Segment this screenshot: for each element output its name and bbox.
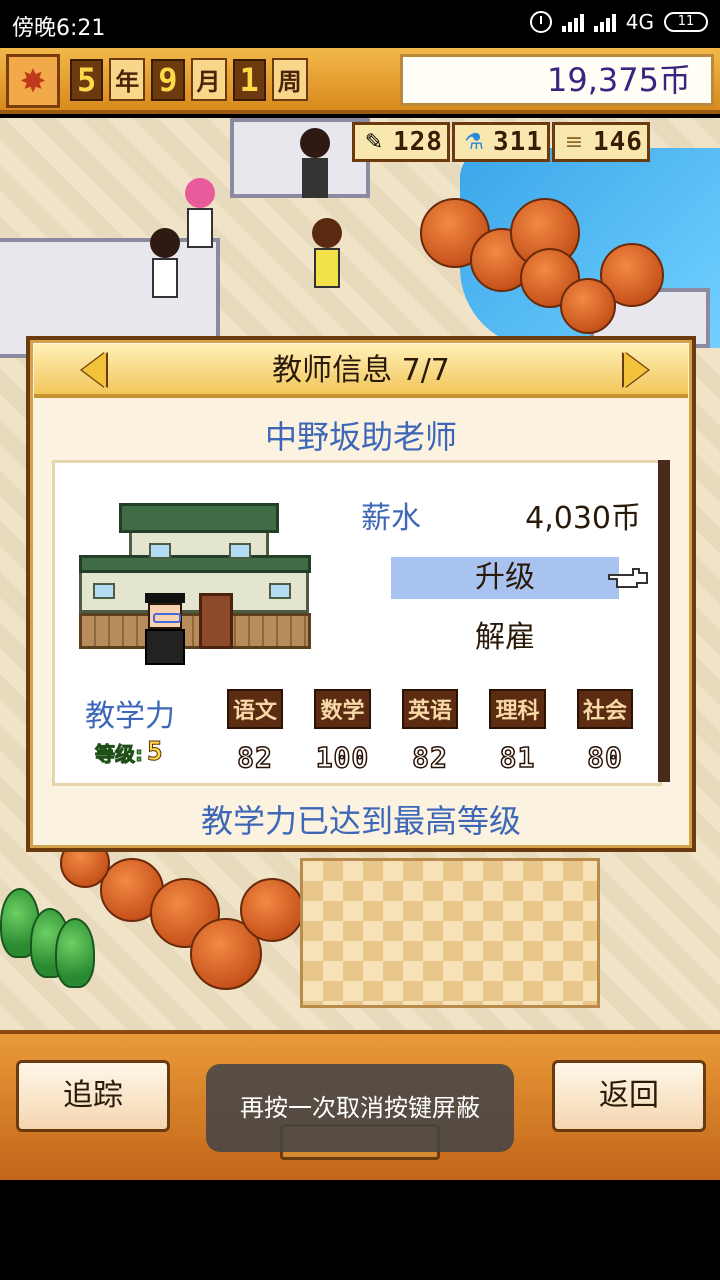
subject-name: 数学: [314, 689, 371, 729]
subject-english: 英语 82: [390, 689, 470, 775]
subject-value: 81: [499, 740, 536, 775]
game-top-bar: ✸ 5 年 9 月 1 周 19,375币: [0, 48, 720, 114]
books-icon: ≡: [564, 129, 584, 155]
teacher-sprite: [143, 593, 187, 669]
flask-value: 311: [492, 127, 543, 157]
status-time: 傍晚6:21: [12, 16, 106, 41]
pencil-icon: ✎: [364, 129, 384, 155]
subject-value: 100: [315, 740, 370, 775]
teacher-house-image: [79, 503, 311, 653]
network-type: 4G: [625, 10, 654, 34]
autumn-tree: [240, 878, 304, 942]
subject-social: 社会 80: [565, 689, 645, 775]
student-sprite[interactable]: [300, 128, 330, 198]
maple-leaf-icon: ✸: [6, 54, 60, 108]
week-number: 1: [232, 58, 266, 101]
year-number: 5: [70, 58, 104, 101]
subject-name: 语文: [226, 689, 283, 729]
book-value: 146: [592, 127, 643, 157]
previous-teacher-arrow-icon[interactable]: [82, 352, 106, 388]
student-sprite[interactable]: [185, 178, 215, 248]
upgrade-button[interactable]: 升级: [391, 557, 619, 599]
toast-message: 再按一次取消按键屏蔽: [206, 1064, 514, 1152]
battery-icon: 11: [664, 12, 708, 32]
money-display: 19,375币: [400, 54, 714, 106]
student-sprite[interactable]: [312, 218, 342, 288]
dialog-header: 教师信息 7/7: [34, 344, 688, 398]
status-bar: 傍晚6:21 4G 11: [0, 0, 720, 48]
max-level-note: 教学力已达到最高等级: [200, 802, 521, 840]
dialog-title: 教师信息 7/7: [272, 353, 450, 388]
track-button[interactable]: 追踪: [16, 1060, 170, 1132]
green-tree: [55, 918, 95, 988]
fire-button[interactable]: 解雇: [391, 617, 619, 659]
student-sprite[interactable]: [150, 228, 180, 298]
signal-icon: [561, 12, 584, 32]
back-button[interactable]: 返回: [552, 1060, 706, 1132]
subject-value: 82: [411, 740, 448, 775]
next-teacher-arrow-icon[interactable]: [624, 352, 648, 388]
pencil-counter: ✎ 128: [352, 122, 450, 162]
book-counter: ≡ 146: [551, 122, 650, 162]
card-scrollbar[interactable]: [658, 460, 670, 782]
flask-icon: ⚗: [464, 129, 484, 155]
game-date: 5 年 9 月 1 周: [70, 58, 308, 101]
month-number: 9: [151, 58, 185, 101]
subject-name: 理科: [489, 689, 546, 729]
flask-counter: ⚗ 311: [451, 122, 550, 162]
signal-icon-2: [593, 12, 616, 32]
pointing-hand-icon: [608, 568, 648, 588]
resource-counters: ✎ 128 ⚗ 311 ≡ 146: [352, 122, 650, 162]
month-unit: 月: [190, 58, 227, 101]
teacher-info-dialog: 教师信息 7/7 中野坂助老师 薪水 4,030币 升级 解雇 教学力 等级: …: [26, 336, 696, 852]
salary-label: 薪水: [361, 501, 421, 536]
teacher-card: 薪水 4,030币 升级 解雇 教学力 等级: 5 语文 82 数学 100 英…: [52, 460, 662, 786]
salary-value: 4,030币: [525, 501, 641, 536]
teaching-power-label: 教学力: [85, 699, 175, 734]
teacher-name: 中野坂助老师: [264, 418, 457, 456]
subject-stats: 语文 82 数学 100 英语 82 理科 81 社会 80: [215, 689, 645, 775]
status-icons: 4G 11: [529, 10, 708, 34]
subject-name: 英语: [401, 689, 458, 729]
subject-chinese: 语文 82: [215, 689, 295, 775]
year-unit: 年: [109, 58, 146, 101]
cafeteria-floor: [300, 858, 600, 1008]
level-label: 等级:: [95, 741, 144, 766]
subject-value: 80: [586, 740, 623, 775]
subject-science: 理科 81: [478, 689, 558, 775]
pencil-value: 128: [393, 127, 443, 157]
subject-value: 82: [236, 740, 273, 775]
week-unit: 周: [271, 58, 308, 101]
level-display: 等级: 5: [95, 737, 164, 768]
subject-name: 社会: [576, 689, 633, 729]
subject-math: 数学 100: [303, 689, 383, 775]
autumn-tree: [560, 278, 616, 334]
level-value: 5: [147, 737, 164, 768]
alarm-icon: [529, 11, 552, 33]
